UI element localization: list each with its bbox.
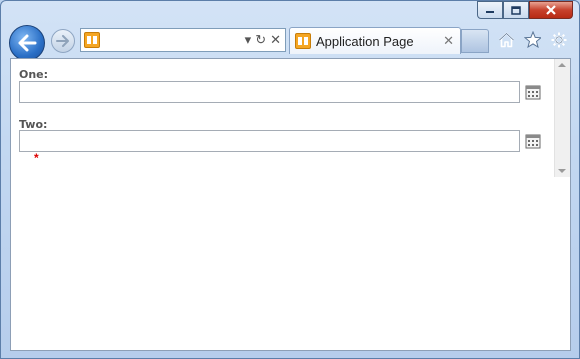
stop-icon[interactable]: ✕ — [270, 32, 281, 48]
calendar-icon[interactable] — [525, 133, 541, 149]
navigation-bar: ▾ ↻ ✕ Application Page ✕ — [1, 23, 579, 61]
refresh-icon[interactable]: ↻ — [255, 32, 266, 48]
favorites-button[interactable] — [524, 31, 541, 48]
scroll-up-icon[interactable] — [558, 63, 566, 67]
tab-close-icon[interactable]: ✕ — [443, 33, 454, 49]
star-icon — [524, 31, 541, 48]
address-bar[interactable]: ▾ ↻ ✕ — [80, 28, 286, 52]
home-icon — [498, 32, 515, 47]
back-arrow-icon — [18, 34, 37, 52]
tools-button[interactable] — [550, 31, 567, 48]
field-two-input[interactable] — [19, 130, 520, 152]
tab-application-page[interactable]: Application Page ✕ — [289, 27, 461, 54]
vertical-scrollbar[interactable] — [554, 59, 570, 177]
address-dropdown-icon[interactable]: ▾ — [245, 32, 252, 48]
window-controls — [477, 1, 573, 19]
close-window-button[interactable] — [529, 1, 573, 19]
browser-window: ▾ ↻ ✕ Application Page ✕ One: Two: * — [0, 0, 580, 359]
browser-tools — [498, 31, 567, 48]
minimize-button[interactable] — [477, 1, 503, 19]
address-tools: ▾ ↻ ✕ — [245, 31, 281, 49]
address-input[interactable] — [103, 31, 237, 51]
field-one-input[interactable] — [19, 81, 520, 103]
close-icon — [546, 5, 556, 15]
home-button[interactable] — [498, 31, 515, 48]
forward-arrow-icon — [56, 35, 69, 47]
title-bar — [1, 1, 579, 23]
required-marker: * — [34, 151, 39, 165]
page-content: One: Two: * — [10, 58, 571, 351]
maximize-button[interactable] — [503, 1, 529, 19]
tab-favicon-icon — [295, 33, 311, 49]
forward-button[interactable] — [51, 29, 75, 53]
minimize-icon — [486, 11, 494, 13]
back-button[interactable] — [9, 25, 45, 61]
field-one-label: One: — [19, 68, 49, 81]
site-favicon-icon — [84, 32, 100, 48]
calendar-icon[interactable] — [525, 84, 541, 100]
new-tab-button[interactable] — [461, 29, 489, 53]
tab-title: Application Page — [316, 34, 414, 49]
gear-icon — [551, 32, 567, 47]
scroll-down-icon[interactable] — [558, 169, 566, 173]
maximize-icon — [511, 5, 521, 15]
